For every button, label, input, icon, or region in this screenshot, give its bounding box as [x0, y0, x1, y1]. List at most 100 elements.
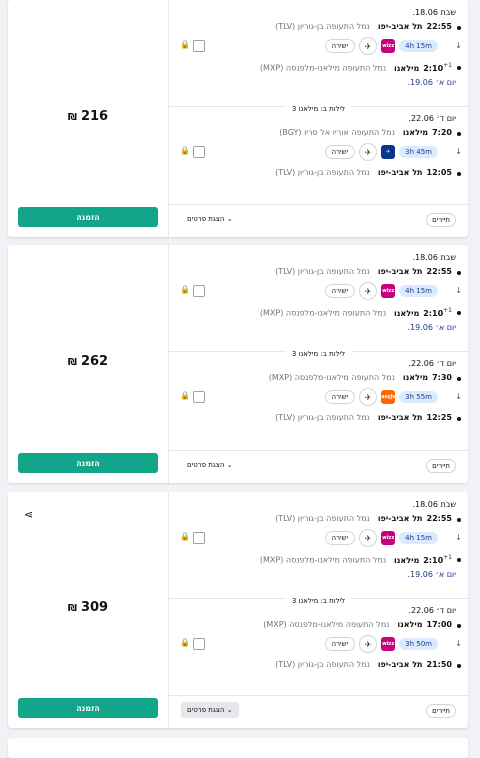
departure-city: תל אביב-יפו — [377, 267, 423, 276]
leg-date: יום ד׳ 22.06. — [408, 606, 456, 615]
arrival-city: מילאנו — [394, 308, 420, 318]
leg-date: יום ד׳ 22.06. — [408, 114, 456, 123]
departure-city: מילאנו — [402, 373, 429, 382]
arrival-airport: נמל התעופה מילאנו-מלפנסה (MXP) — [259, 308, 387, 318]
price: ₪ 309 — [8, 600, 168, 615]
arrival-dot — [457, 558, 461, 562]
plane-icon: ✈ — [359, 143, 378, 161]
fare-type-tag[interactable]: תיירים — [426, 213, 456, 227]
details-button[interactable]: הצגת פרטים ⌄ — [181, 211, 239, 227]
departure-airport: נמל התעופה אוריו אל סריו (BGY) — [279, 128, 395, 137]
arrival-day-offset: +1 — [443, 554, 452, 561]
arrival-day: יום א׳ 19.06. — [407, 323, 457, 332]
segment-chips: 3h 50m wizz ✈ ישירה — [324, 635, 438, 653]
direct-chip: ישירה — [324, 39, 356, 53]
arrival-time: 12:05 — [426, 168, 452, 177]
card-footer: הצגת פרטים ⌄ תיירים — [169, 695, 468, 728]
departure-time: 22:55 — [426, 267, 452, 276]
airline-logo: easyJet — [378, 390, 398, 404]
currency-symbol: ₪ — [67, 357, 77, 368]
departure-airport: נמל התעופה בן-גוריון (TLV) — [275, 267, 370, 276]
duration-chip: 4h 15m — [399, 40, 438, 52]
arrival-row: 12:25תל אביב-יפו נמל התעופה בן-גוריון (TL… — [275, 413, 452, 422]
duration-chip: 3h 45m — [399, 146, 438, 158]
select-button[interactable]: הזמנה — [18, 453, 158, 473]
leg-date: שבת 18.06. — [412, 253, 456, 262]
details-button[interactable]: הצגת פרטים ⌄ — [181, 702, 239, 718]
departure-dot — [457, 518, 461, 522]
arrival-day-offset: +1 — [443, 307, 452, 314]
arrival-city: מילאנו — [394, 63, 420, 73]
departure-city: מילאנו — [397, 620, 423, 629]
down-arrow-icon: ↓ — [455, 147, 462, 156]
fare-checkbox[interactable] — [193, 532, 205, 544]
departure-city: תל אביב-יפו — [377, 22, 423, 31]
leg-date: יום ד׳ 22.06. — [408, 359, 456, 368]
departure-dot — [457, 624, 461, 628]
outbound-leg: שבת 18.06. 22:55תל אביב-יפו נמל התעופה בן-… — [169, 249, 468, 344]
airline-logo: ✈ — [381, 145, 396, 159]
share-icon[interactable]: ⋖ — [24, 508, 33, 521]
direct-chip: ישירה — [324, 390, 356, 404]
price-value: 309 — [80, 600, 109, 615]
fare-checkbox[interactable] — [193, 285, 205, 297]
fare-checkbox[interactable] — [193, 638, 205, 650]
inbound-leg: יום ד׳ 22.06. 7:30מילאנו נמל התעופה מילאנו… — [169, 355, 468, 450]
down-arrow-icon: ↓ — [455, 639, 462, 648]
arrival-city: תל אביב-יפו — [377, 168, 423, 177]
direct-chip: ישירה — [324, 531, 356, 545]
arrival-airport: נמל התעופה בן-גוריון (TLV) — [275, 413, 370, 422]
arrival-day-offset: +1 — [443, 62, 452, 69]
departure-city: מילאנו — [402, 128, 429, 137]
fare-type-tag[interactable]: תיירים — [426, 459, 456, 473]
duration-chip: 3h 55m — [399, 391, 438, 403]
departure-row: 22:55תל אביב-יפו נמל התעופה בן-גוריון (TL… — [275, 267, 452, 276]
arrival-airport: נמל התעופה מילאנו-מלפנסה (MXP) — [259, 63, 387, 73]
inbound-leg: יום ד׳ 22.06. 17:00מילאנו נמל התעופה מילאנ… — [169, 602, 468, 697]
direct-chip: ישירה — [324, 637, 356, 651]
plane-icon: ✈ — [359, 37, 378, 55]
arrival-time: 2:10 — [423, 63, 444, 73]
down-arrow-icon: ↓ — [455, 392, 462, 401]
down-arrow-icon: ↓ — [455, 533, 462, 542]
departure-row: 7:20מילאנו נמל התעופה אוריו אל סריו (BGY) — [279, 128, 452, 137]
fare-checkbox[interactable] — [193, 146, 205, 158]
leg-date: שבת 18.06. — [412, 8, 456, 17]
arrival-airport: נמל התעופה בן-גוריון (TLV) — [275, 660, 370, 669]
airline-logo: wizz — [381, 531, 396, 545]
arrival-time: 12:25 — [426, 413, 452, 422]
arrival-day: יום א׳ 19.06. — [407, 78, 457, 87]
arrival-row: 12:05תל אביב-יפו נמל התעופה בן-גוריון (TL… — [275, 168, 452, 177]
select-button[interactable]: הזמנה — [18, 207, 158, 227]
arrival-dot — [457, 66, 461, 70]
result-card-partial — [8, 738, 468, 758]
arrival-row: 21:50תל אביב-יפו נמל התעופה בן-גוריון (TL… — [275, 660, 452, 669]
inbound-leg: יום ד׳ 22.06. 7:20מילאנו נמל התעופה אוריו … — [169, 110, 468, 205]
duration-chip: 4h 15m — [399, 285, 438, 297]
lock-icon: 🔒 — [180, 146, 190, 155]
arrival-time: 2:10 — [423, 308, 444, 318]
arrival-day: יום א׳ 19.06. — [407, 570, 457, 579]
details-button[interactable]: הצגת פרטים ⌄ — [181, 457, 239, 473]
plane-icon: ✈ — [359, 635, 378, 653]
price: ₪ 216 — [8, 109, 168, 124]
fare-checkbox[interactable] — [193, 40, 205, 52]
lock-icon: 🔒 — [180, 532, 190, 541]
result-card: ₪ 262 הזמנה שבת 18.06. 22:55תל אביב-יפונמל ה… — [8, 245, 468, 483]
departure-row: 7:30מילאנו נמל התעופה מילאנו-מלפנסה (MXP) — [269, 373, 452, 382]
departure-dot — [457, 271, 461, 275]
departure-time: 22:55 — [426, 514, 452, 523]
leg-date: שבת 18.06. — [412, 500, 456, 509]
result-card: ₪ 216 הזמנה שבת 18.06. 22:55תל אביב-יפונמל ה… — [8, 0, 468, 237]
departure-dot — [457, 132, 461, 136]
itinerary: שבת 18.06. 22:55תל אביב-יפו נמל התעופה בן-… — [169, 245, 468, 483]
outbound-leg: שבת 18.06. 22:55תל אביב-יפו נמל התעופה בן-… — [169, 496, 468, 591]
select-button[interactable]: הזמנה — [18, 698, 158, 718]
fare-checkbox[interactable] — [193, 391, 205, 403]
outbound-leg: שבת 18.06. 22:55תל אביב-יפו נמל התעופה בן-… — [169, 4, 468, 99]
arrival-dot — [457, 417, 461, 421]
fare-type-tag[interactable]: תיירים — [426, 704, 456, 718]
plane-icon: ✈ — [359, 282, 378, 300]
departure-time: 7:30 — [432, 373, 452, 382]
airline-logo: wizz — [381, 284, 396, 298]
